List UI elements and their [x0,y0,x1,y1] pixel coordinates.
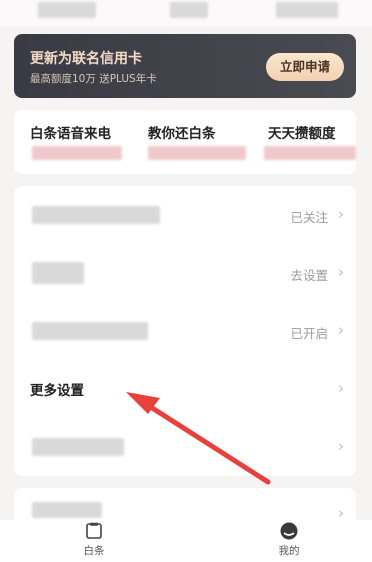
chevron-right-icon: › [338,263,344,281]
features-card: 白条语音来电 教你还白条 天天攒额度 [14,110,356,174]
apply-now-button[interactable]: 立即申请 [266,53,344,81]
more-settings-label: 更多设置 [30,383,84,399]
feature-daily-credit[interactable]: 天天攒额度 [268,122,336,142]
blurred-label [32,322,148,340]
tab-label: 我的 [278,545,300,557]
blurred-content [276,2,338,18]
tab-mine[interactable]: 我的 [259,522,319,558]
feature-repay-guide[interactable]: 教你还白条 [148,122,216,142]
row-status: 已关注 [290,210,328,225]
blurred-label [32,262,84,284]
settings-row[interactable]: 已关注 › [14,186,356,244]
banner-subtitle: 最高额度10万 送PLUS年卡 [30,73,157,85]
blurred-label [32,502,102,518]
more-settings-row[interactable]: 更多设置 › [14,360,356,418]
blurred-content [148,146,246,160]
blurred-content [170,2,208,18]
top-blurred-strip [0,0,372,26]
banner-title: 更新为联名信用卡 [30,51,142,67]
chevron-right-icon: › [338,437,344,455]
settings-row[interactable]: 已开启 › [14,302,356,360]
baitiao-icon [86,522,102,539]
blurred-content [32,146,122,160]
tab-label: 白条 [83,545,105,557]
bottom-nav: 白条 我的 [0,520,372,562]
settings-row[interactable]: › [14,418,356,476]
row-status: 去设置 [290,268,328,283]
chevron-right-icon: › [338,321,344,339]
chevron-right-icon: › [338,205,344,223]
chevron-right-icon: › [338,379,344,397]
blurred-label [32,438,124,456]
blurred-content [264,146,356,160]
settings-card: 已关注 › 去设置 › 已开启 › 更多设置 › › [14,186,356,476]
credit-card-banner[interactable]: 更新为联名信用卡 最高额度10万 送PLUS年卡 立即申请 [14,34,356,98]
row-status: 已开启 [290,326,328,341]
profile-icon [280,522,298,540]
tab-baitiao[interactable]: 白条 [64,522,124,558]
settings-row[interactable]: 去设置 › [14,244,356,302]
blurred-label [32,206,160,224]
feature-voice-call[interactable]: 白条语音来电 [30,122,111,142]
blurred-content [38,2,96,18]
